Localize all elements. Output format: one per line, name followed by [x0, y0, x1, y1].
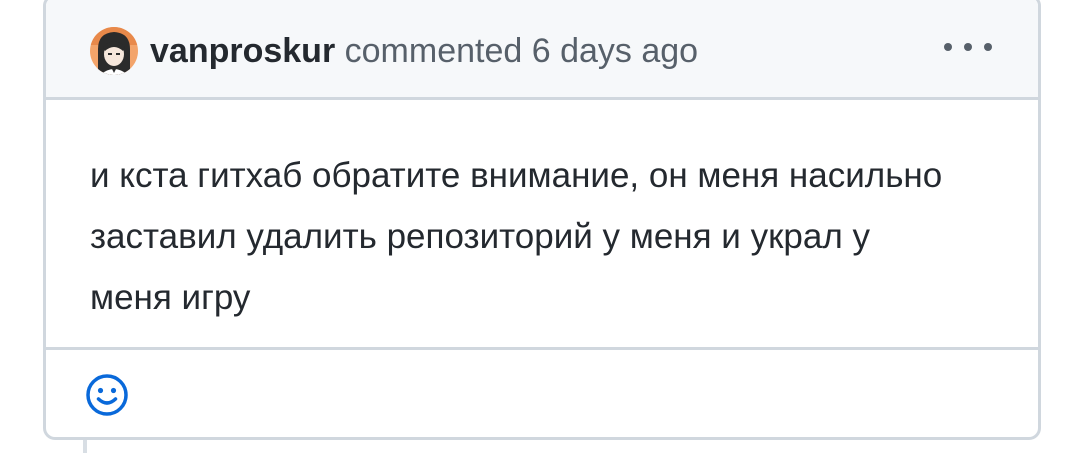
author-link[interactable]: vanproskur	[150, 32, 335, 70]
comment-body: и кста гитхаб обратите внимание, он меня…	[90, 145, 1000, 328]
comment-header: vanproskur commented 6 days ago	[46, 0, 1038, 100]
comment-body-line: заставил удалить репозиторий у меня и ук…	[90, 217, 870, 256]
comment-footer	[46, 347, 1038, 437]
comment-box: vanproskur commented 6 days ago и кста г…	[43, 0, 1041, 440]
add-reaction-button[interactable]	[84, 372, 130, 418]
comment-body-line: и кста гитхаб обратите внимание, он меня…	[90, 156, 943, 195]
avatar-image	[90, 27, 138, 75]
more-dot	[944, 43, 952, 51]
comment-timestamp[interactable]: commented 6 days ago	[345, 32, 698, 70]
comment-body-line: меня игру	[90, 278, 251, 317]
avatar[interactable]	[90, 27, 138, 75]
more-dot	[964, 43, 972, 51]
smiley-icon	[86, 374, 128, 416]
comment-header-text: vanproskur commented 6 days ago	[150, 31, 698, 71]
kebab-horizontal-icon[interactable]	[942, 33, 994, 61]
more-dot	[984, 43, 992, 51]
